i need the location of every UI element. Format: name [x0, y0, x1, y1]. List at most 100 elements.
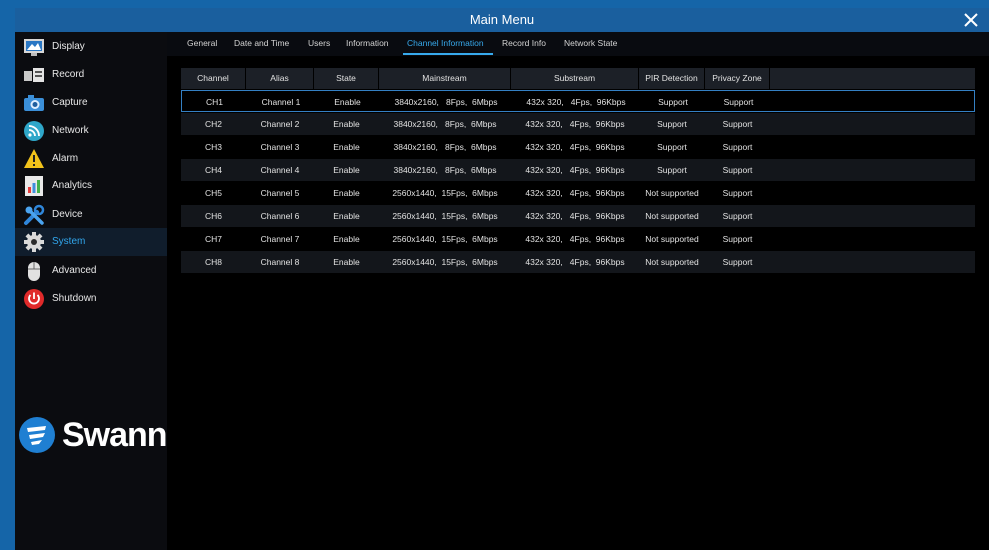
- sidebar-item-alarm[interactable]: Alarm: [15, 145, 167, 173]
- cell-mainstream: 3840x2160, 8Fps, 6Mbps: [393, 142, 497, 152]
- cell-substream: 432x 320, 4Fps, 96Kbps: [525, 234, 625, 244]
- cell-channel: CH6: [204, 211, 222, 221]
- tab-channel-information[interactable]: Channel Information: [407, 38, 484, 48]
- tab-users[interactable]: Users: [308, 38, 330, 48]
- cell-mainstream: 2560x1440, 15Fps, 6Mbps: [392, 211, 498, 221]
- main-menu-window: Main Menu Display Record Capture Network…: [15, 8, 989, 550]
- cell-alias: Channel 6: [260, 211, 300, 221]
- close-icon: [964, 13, 978, 27]
- header-channel: Channel: [181, 68, 246, 89]
- table-row[interactable]: CH4 Channel 4 Enable 3840x2160, 8Fps, 6Mbps…: [181, 159, 975, 181]
- cell-mainstream: 3840x2160, 8Fps, 6Mbps: [393, 119, 497, 129]
- cell-state: Enable: [333, 234, 360, 244]
- cell-substream: 432x 320, 4Fps, 96Kbps: [526, 97, 626, 107]
- cell-pir-detection: Not supported: [645, 211, 699, 221]
- cell-alias: Channel 1: [261, 97, 301, 107]
- header-alias: Alias: [246, 68, 314, 89]
- sidebar-item-advanced[interactable]: Advanced: [15, 257, 167, 285]
- gear-icon: [24, 232, 44, 252]
- sidebar-item-capture[interactable]: Capture: [15, 89, 167, 117]
- tab-general[interactable]: General: [187, 38, 217, 48]
- sidebar-item-system[interactable]: System: [15, 228, 167, 256]
- sidebar-item-label: Record: [52, 69, 85, 80]
- table-body: CH1 Channel 1 Enable 3840x2160, 8Fps, 6Mbps…: [181, 90, 975, 273]
- table-row[interactable]: CH2 Channel 2 Enable 3840x2160, 8Fps, 6Mbps…: [181, 113, 975, 135]
- window-title: Main Menu: [469, 12, 535, 27]
- network-icon: [24, 121, 44, 141]
- table-row[interactable]: CH1 Channel 1 Enable 3840x2160, 8Fps, 6Mbps…: [181, 90, 975, 112]
- power-icon: [24, 289, 44, 309]
- close-button[interactable]: [961, 10, 981, 30]
- cell-channel: CH8: [204, 257, 222, 267]
- cell-pir-detection: Support: [657, 142, 687, 152]
- content-area: General Date and Time Users Information …: [167, 32, 989, 550]
- active-tab-indicator: [403, 53, 493, 55]
- cell-mainstream: 3840x2160, 8Fps, 6Mbps: [394, 97, 498, 107]
- cell-pir-detection: Not supported: [645, 257, 699, 267]
- cell-state: Enable: [333, 211, 360, 221]
- cell-substream: 432x 320, 4Fps, 96Kbps: [525, 119, 625, 129]
- sidebar-item-analytics[interactable]: Analytics: [15, 172, 167, 200]
- table-row[interactable]: CH6 Channel 6 Enable 2560x1440, 15Fps, 6Mbp…: [181, 205, 975, 227]
- cell-mainstream: 2560x1440, 15Fps, 6Mbps: [392, 234, 498, 244]
- sidebar-item-device[interactable]: Device: [15, 201, 167, 229]
- camera-icon: [24, 95, 44, 111]
- header-privacy-zone: Privacy Zone: [705, 68, 770, 89]
- cell-substream: 432x 320, 4Fps, 96Kbps: [525, 165, 625, 175]
- record-icon: [24, 68, 44, 82]
- sidebar-item-label: Network: [52, 125, 89, 136]
- tab-record-info[interactable]: Record Info: [502, 38, 546, 48]
- header-state: State: [314, 68, 379, 89]
- cell-pir-detection: Support: [657, 165, 687, 175]
- cell-pir-detection: Not supported: [645, 234, 699, 244]
- cell-substream: 432x 320, 4Fps, 96Kbps: [525, 257, 625, 267]
- header-pir-detection: PIR Detection: [639, 68, 705, 89]
- cell-pir-detection: Not supported: [645, 188, 699, 198]
- cell-alias: Channel 7: [260, 234, 300, 244]
- tab-network-state[interactable]: Network State: [564, 38, 617, 48]
- sidebar: Display Record Capture Network Alarm Ana…: [15, 32, 168, 550]
- tab-information[interactable]: Information: [346, 38, 389, 48]
- tab-bar: General Date and Time Users Information …: [167, 32, 989, 56]
- swann-logo: Swann: [18, 414, 168, 458]
- cell-alias: Channel 3: [260, 142, 300, 152]
- cell-privacy-zone: Support: [722, 188, 753, 198]
- sidebar-item-record[interactable]: Record: [15, 61, 167, 89]
- cell-alias: Channel 8: [260, 257, 300, 267]
- sidebar-item-network[interactable]: Network: [15, 117, 167, 145]
- title-bar: Main Menu: [15, 8, 989, 32]
- cell-pir-detection: Support: [658, 97, 688, 107]
- sidebar-item-display[interactable]: Display: [15, 33, 167, 61]
- analytics-icon: [25, 176, 43, 196]
- cell-mainstream: 2560x1440, 15Fps, 6Mbps: [392, 188, 498, 198]
- sidebar-item-label: Display: [52, 41, 85, 52]
- logo-text: Swann: [62, 416, 168, 454]
- device-icon: [24, 204, 45, 225]
- cell-privacy-zone: Support: [722, 234, 753, 244]
- table-row[interactable]: CH5 Channel 5 Enable 2560x1440, 15Fps, 6Mbp…: [181, 182, 975, 204]
- sidebar-item-label: Analytics: [52, 180, 93, 191]
- table-row[interactable]: CH8 Channel 8 Enable 2560x1440, 15Fps, 6Mbp…: [181, 251, 975, 273]
- cell-privacy-zone: Support: [722, 119, 753, 129]
- sidebar-item-label: Capture: [52, 97, 88, 108]
- cell-channel: CH2: [204, 119, 222, 129]
- header-mainstream: Mainstream: [379, 68, 511, 89]
- table-row[interactable]: CH7 Channel 7 Enable 2560x1440, 15Fps, 6Mbp…: [181, 228, 975, 250]
- cell-privacy-zone: Support: [722, 142, 753, 152]
- table-row[interactable]: CH3 Channel 3 Enable 3840x2160, 8Fps, 6Mbps…: [181, 136, 975, 158]
- mouse-icon: [28, 262, 40, 281]
- cell-channel: CH5: [204, 188, 222, 198]
- cell-substream: 432x 320, 4Fps, 96Kbps: [525, 211, 625, 221]
- cell-state: Enable: [333, 257, 360, 267]
- cell-substream: 432x 320, 4Fps, 96Kbps: [525, 188, 625, 198]
- cell-privacy-zone: Support: [723, 97, 754, 107]
- sidebar-item-label: Shutdown: [52, 293, 97, 304]
- sidebar-item-shutdown[interactable]: Shutdown: [15, 285, 167, 313]
- cell-substream: 432x 320, 4Fps, 96Kbps: [525, 142, 625, 152]
- cell-state: Enable: [333, 142, 360, 152]
- cell-alias: Channel 5: [260, 188, 300, 198]
- cell-state: Enable: [333, 165, 360, 175]
- display-icon: [24, 39, 44, 56]
- sidebar-item-label: System: [52, 236, 86, 247]
- tab-date-and-time[interactable]: Date and Time: [234, 38, 289, 48]
